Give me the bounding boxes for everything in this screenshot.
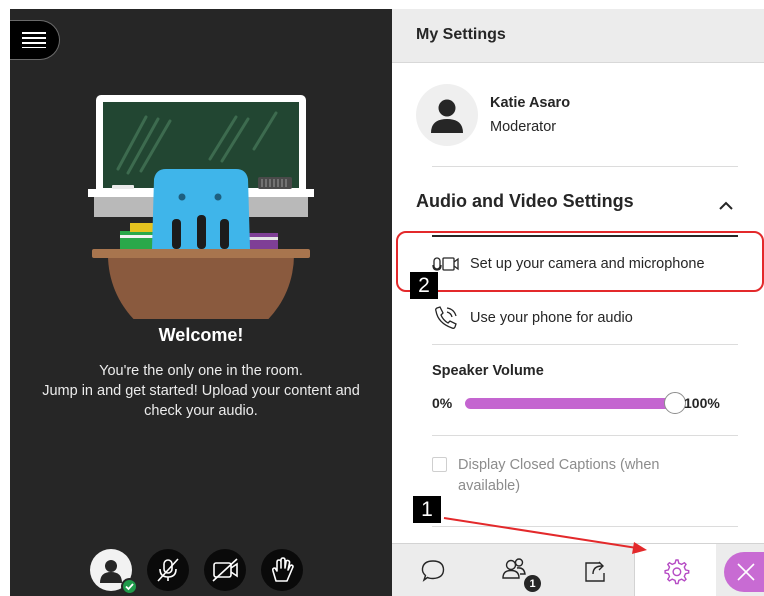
callout-number-2: 2 — [410, 272, 438, 299]
main-stage: Welcome! You're the only one in the room… — [10, 9, 392, 596]
tab-settings[interactable] — [634, 544, 716, 596]
volume-max-label: 100% — [684, 395, 720, 411]
welcome-heading: Welcome! — [158, 325, 244, 345]
phone-icon — [435, 306, 457, 329]
divider — [432, 166, 738, 167]
phone-audio-button[interactable]: Use your phone for audio — [432, 303, 738, 333]
classroom-illustration — [88, 95, 314, 319]
panel-tab-bar: 1 — [392, 543, 764, 596]
welcome-line: Jump in and get started! Upload your con… — [42, 383, 360, 399]
settings-icon — [663, 558, 689, 584]
panel-title: My Settings — [416, 26, 506, 43]
status-check-icon — [121, 578, 138, 595]
speaker-volume-slider[interactable] — [465, 392, 686, 414]
welcome-message: You're the only one in the room. Jump in… — [10, 361, 392, 421]
callout-number-1: 1 — [413, 496, 441, 523]
divider — [432, 435, 738, 436]
main-menu-button[interactable] — [10, 20, 60, 60]
chat-icon — [421, 559, 445, 582]
hamburger-icon — [21, 32, 46, 48]
section-title-audio-video: Audio and Video Settings — [416, 191, 634, 211]
welcome-line: You're the only one in the room. — [99, 363, 303, 379]
closed-captions-label: Display Closed Captions (when available) — [458, 457, 660, 494]
microphone-toggle-button[interactable] — [147, 549, 189, 591]
settings-panel: My Settings Katie Asaro Moderator Audio … — [392, 9, 764, 596]
slider-thumb[interactable] — [664, 392, 686, 414]
setup-camera-microphone-button[interactable]: Set up your camera and microphone — [432, 249, 738, 279]
tab-share-content[interactable] — [568, 544, 622, 596]
closed-captions-checkbox[interactable] — [432, 457, 447, 472]
volume-min-label: 0% — [432, 395, 453, 411]
raise-hand-icon — [271, 557, 294, 582]
attendee-count-badge: 1 — [524, 575, 541, 592]
panel-header: My Settings — [392, 9, 764, 63]
share-content-icon — [585, 561, 605, 582]
divider — [432, 526, 738, 527]
session-controls — [90, 549, 310, 595]
tab-attendees[interactable]: 1 — [488, 544, 542, 596]
close-icon — [737, 563, 755, 581]
camera-toggle-button[interactable] — [204, 549, 246, 591]
my-status-button[interactable] — [90, 549, 138, 595]
chevron-up-icon[interactable] — [714, 195, 738, 215]
avatar-icon — [100, 560, 122, 583]
divider — [432, 344, 738, 345]
setup-camera-microphone-label: Set up your camera and microphone — [470, 256, 705, 272]
user-avatar — [416, 84, 478, 146]
speaker-volume-label: Speaker Volume — [432, 363, 544, 379]
phone-audio-label: Use your phone for audio — [470, 310, 633, 326]
closed-captions-option[interactable]: Display Closed Captions (when available) — [432, 455, 712, 497]
section-divider — [432, 235, 738, 237]
tab-chat[interactable] — [406, 544, 460, 596]
microphone-muted-icon — [157, 558, 179, 582]
user-name: Katie Asaro — [490, 95, 571, 111]
camera-microphone-icon — [432, 257, 459, 271]
close-panel-button[interactable] — [724, 552, 764, 592]
avatar-icon — [431, 99, 463, 133]
raise-hand-button[interactable] — [261, 549, 303, 591]
camera-off-icon — [212, 558, 238, 582]
user-role: Moderator — [490, 119, 557, 135]
welcome-line: check your audio. — [144, 403, 258, 419]
